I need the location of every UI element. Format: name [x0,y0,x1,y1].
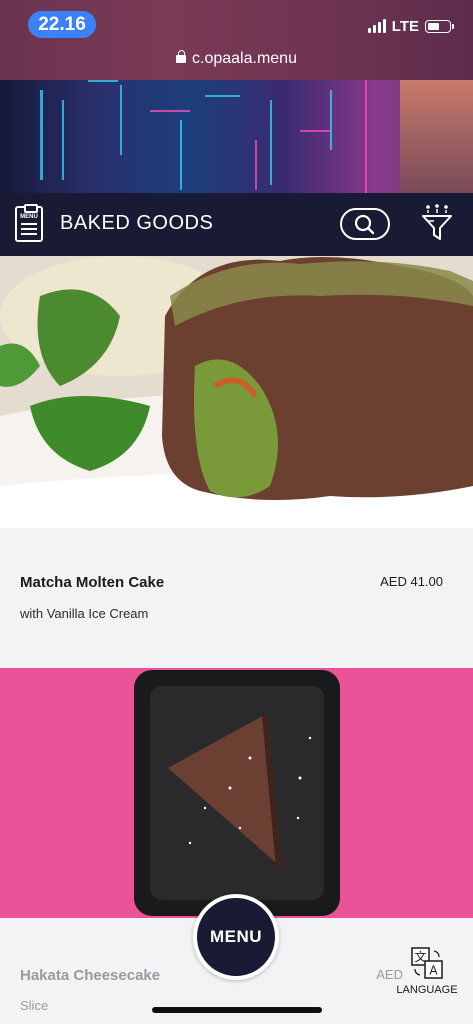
svg-text:文: 文 [414,949,426,964]
item-name: Matcha Molten Cake [20,574,165,591]
filter-button[interactable] [419,203,455,243]
language-label: LANGUAGE [396,984,458,996]
item-name: Hakata Cheesecake [20,967,161,984]
home-indicator[interactable] [152,1007,322,1013]
language-button[interactable]: 文 A [392,946,462,985]
menu-list-icon[interactable]: MENU [15,204,43,242]
item-description: with Vanilla Ice Cream [20,606,149,621]
hakata-cheesecake-photo[interactable] [0,668,473,918]
url-bar[interactable]: c.opaala.menu [0,50,473,68]
status-indicators: LTE [367,16,454,36]
search-button[interactable] [340,208,390,240]
matcha-molten-cake-photo[interactable] [0,256,473,528]
menu-button[interactable]: MENU [193,894,279,980]
browser-top-bar: 22.16 LTE c.opaala.menu [0,0,473,80]
network-label: LTE [391,17,419,35]
translate-icon: 文 A [411,947,443,979]
restaurant-banner-image [0,80,473,193]
filter-funnel-icon [422,204,452,240]
lock-icon [176,50,187,63]
battery-icon [425,19,454,33]
status-time: 22.16 [28,11,96,38]
category-title: BAKED GOODS [60,212,214,234]
search-icon [354,214,375,235]
menu-item-card[interactable]: Matcha Molten Cake AED 41.00 with Vanill… [0,528,473,668]
item-description: Slice [20,998,49,1013]
cheesecake-illustration [0,668,473,918]
url-text: c.opaala.menu [192,50,297,67]
item-price: AED 41.00 [380,574,443,589]
svg-text:A: A [429,964,438,978]
cake-illustration [0,256,473,528]
signal-icon [367,19,386,33]
